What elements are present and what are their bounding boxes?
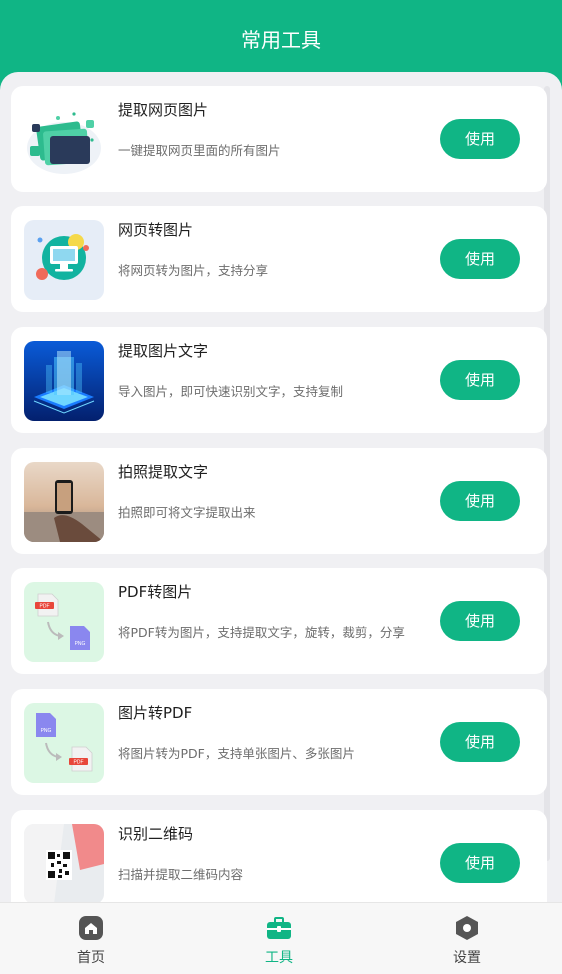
phone-camera-photo (24, 462, 104, 542)
tool-card-web-to-image[interactable]: 网页转图片 将网页转为图片，支持分享 使用 (11, 206, 547, 312)
png-label: PNG (41, 728, 52, 734)
tool-description: 扫描并提取二维码内容 (118, 867, 244, 882)
tool-title: 识别二维码 (118, 825, 194, 843)
tool-title: 提取网页图片 (118, 101, 209, 119)
tool-card-photo-extract-text[interactable]: 拍照提取文字 拍照即可将文字提取出来 使用 (11, 448, 547, 554)
tab-label: 首页 (77, 950, 105, 966)
use-button[interactable]: 使用 (440, 481, 520, 521)
tool-description: 将PDF转为图片，支持提取文字，旋转，裁剪，分享 (118, 625, 405, 640)
use-button[interactable]: 使用 (440, 360, 520, 400)
tool-card-qr-code[interactable]: 识别二维码 扫描并提取二维码内容 使用 (11, 810, 547, 902)
pdf-label: PDF (74, 760, 84, 766)
tool-description: 将网页转为图片，支持分享 (118, 263, 269, 278)
settings-hex-icon (454, 915, 480, 941)
web-image-extract-icon (24, 100, 104, 180)
tool-card-pdf-to-image[interactable]: PDF PNG PDF转图片 将PDF转为图片，支持提取文字，旋转，裁剪，分享 … (11, 568, 547, 674)
tool-title: 网页转图片 (118, 221, 194, 239)
bottom-tab-bar: 首页 工具 设置 (0, 902, 562, 974)
tool-description: 拍照即可将文字提取出来 (118, 505, 256, 520)
pdf-to-png-icon: PDF PNG (24, 582, 104, 662)
use-button[interactable]: 使用 (440, 843, 520, 883)
tool-title: 图片转PDF (118, 704, 193, 722)
tool-card-extract-web-images[interactable]: 提取网页图片 一键提取网页里面的所有图片 使用 (11, 86, 547, 192)
web-to-image-icon (24, 220, 104, 300)
tool-description: 导入图片，即可快速识别文字，支持复制 (118, 384, 344, 399)
png-label: PNG (75, 641, 86, 647)
use-button[interactable]: 使用 (440, 239, 520, 279)
tool-description: 将图片转为PDF，支持单张图片、多张图片 (118, 746, 355, 761)
tool-card-extract-image-text[interactable]: 提取图片文字 导入图片，即可快速识别文字，支持复制 使用 (11, 327, 547, 433)
ai-chip-icon (24, 341, 104, 421)
pdf-label: PDF (40, 604, 50, 610)
tool-description: 一键提取网页里面的所有图片 (118, 143, 281, 158)
tool-title: PDF转图片 (118, 583, 193, 601)
home-icon (78, 915, 104, 941)
tab-home[interactable]: 首页 (31, 903, 151, 974)
toolbox-icon (266, 915, 292, 941)
tab-tools[interactable]: 工具 (219, 903, 339, 974)
qr-code-icon (24, 824, 104, 902)
tab-label: 设置 (453, 950, 481, 966)
tool-title: 拍照提取文字 (118, 463, 209, 481)
tab-label: 工具 (265, 950, 293, 966)
use-button[interactable]: 使用 (440, 601, 520, 641)
tool-list[interactable]: 提取网页图片 一键提取网页里面的所有图片 使用 网页转图片 将网页转为图片，支持… (0, 72, 562, 902)
tab-settings[interactable]: 设置 (407, 903, 527, 974)
page-title: 常用工具 (241, 28, 321, 52)
use-button[interactable]: 使用 (440, 722, 520, 762)
png-to-pdf-icon: PNG PDF (24, 703, 104, 783)
tool-title: 提取图片文字 (118, 342, 209, 360)
tool-card-image-to-pdf[interactable]: PNG PDF 图片转PDF 将图片转为PDF，支持单张图片、多张图片 使用 (11, 689, 547, 795)
use-button[interactable]: 使用 (440, 119, 520, 159)
